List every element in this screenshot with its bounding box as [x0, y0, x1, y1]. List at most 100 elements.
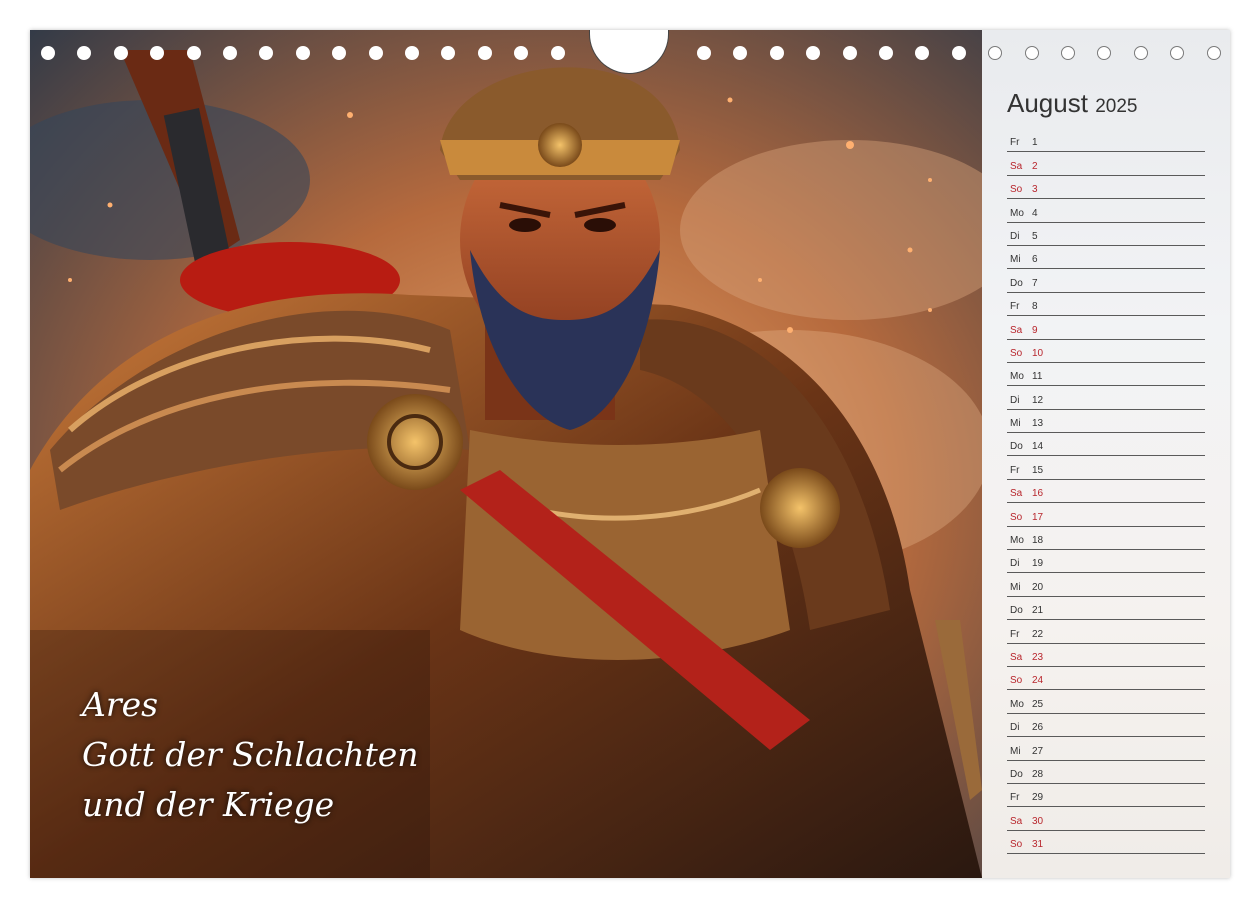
day-row: Fr 22 [1007, 620, 1205, 644]
day-number: 1 [1032, 137, 1038, 149]
day-number: 12 [1032, 394, 1044, 406]
day-number: 14 [1032, 441, 1044, 453]
day-row: Fr 29 [1007, 784, 1205, 808]
month-name: August [1007, 88, 1088, 118]
weekday-label: Do [1010, 277, 1023, 289]
day-number: 26 [1032, 722, 1044, 734]
month-header: August 2025 [1007, 88, 1137, 119]
weekday-label: Sa [1010, 488, 1023, 500]
weekday-label: Mo [1010, 535, 1024, 547]
weekday-label: Fr [1010, 301, 1020, 313]
weekday-label: So [1010, 839, 1023, 851]
day-row: So 10 [1007, 340, 1205, 363]
day-row: So 24 [1007, 667, 1205, 691]
weekday-label: Mi [1010, 745, 1021, 757]
day-number: 28 [1032, 768, 1044, 780]
day-number: 18 [1032, 535, 1044, 547]
day-number: 24 [1032, 675, 1044, 687]
weekday-label: Fr [1010, 464, 1020, 476]
weekday-label: Mo [1010, 371, 1024, 383]
day-number: 30 [1032, 815, 1044, 827]
weekday-label: Mi [1010, 418, 1021, 430]
day-row: Sa 9 [1007, 316, 1205, 340]
day-number: 2 [1032, 160, 1038, 172]
day-number: 25 [1032, 698, 1044, 710]
day-list: Fr 1 Sa 2 So 3 Mo 4 Di 5 Mi 6 Do 7 Fr 8 Sa 9 So 10 Mo 11 Di 12 M… [1007, 129, 1205, 855]
weekday-label: Di [1010, 558, 1020, 570]
weekday-label: Mi [1010, 581, 1021, 593]
day-row: Mi 20 [1007, 573, 1205, 597]
day-number: 5 [1032, 230, 1038, 242]
day-row: Fr 8 [1007, 293, 1205, 317]
day-row: Di 26 [1007, 714, 1205, 738]
weekday-label: So [1010, 347, 1023, 359]
day-number: 27 [1032, 745, 1044, 757]
calendar-panel: August 2025 Fr 1 Sa 2 So 3 Mo 4 Di 5 Mi 6 Do 7 Fr 8 Sa 9 S… [982, 30, 1230, 878]
weekday-label: Mo [1010, 207, 1024, 219]
caption-title: Ares [82, 685, 159, 724]
weekday-label: Mi [1010, 254, 1021, 266]
weekday-label: Fr [1010, 137, 1020, 149]
day-row: Mo 18 [1007, 527, 1205, 551]
day-row: Fr 1 [1007, 129, 1205, 153]
weekday-label: Do [1010, 768, 1023, 780]
weekday-label: Mo [1010, 698, 1024, 710]
calendar-page: Ares Gott der Schlachten und der Kriege … [30, 30, 1230, 878]
day-number: 8 [1032, 301, 1038, 313]
day-number: 19 [1032, 558, 1044, 570]
weekday-label: Sa [1010, 815, 1023, 827]
day-row: So 17 [1007, 503, 1205, 527]
day-row: Mo 25 [1007, 690, 1205, 714]
day-number: 31 [1032, 839, 1044, 851]
day-row: Fr 15 [1007, 456, 1205, 480]
day-number: 13 [1032, 418, 1044, 430]
caption-subtitle-2: und der Kriege [82, 785, 335, 824]
day-row: Mo 4 [1007, 199, 1205, 223]
weekday-label: Di [1010, 394, 1020, 406]
weekday-label: Do [1010, 605, 1023, 617]
weekday-label: Do [1010, 441, 1023, 453]
day-row: Mi 27 [1007, 737, 1205, 761]
day-row: Sa 30 [1007, 807, 1205, 831]
day-row: So 31 [1007, 831, 1205, 855]
weekday-label: So [1010, 511, 1023, 523]
day-row: Sa 2 [1007, 152, 1205, 176]
weekday-label: So [1010, 184, 1023, 196]
weekday-label: Sa [1010, 651, 1023, 663]
day-number: 17 [1032, 511, 1044, 523]
day-row: Mi 13 [1007, 410, 1205, 434]
day-row: Di 5 [1007, 223, 1205, 246]
day-number: 6 [1032, 254, 1038, 266]
weekday-label: Di [1010, 230, 1020, 242]
day-row: Mi 6 [1007, 246, 1205, 270]
day-number: 9 [1032, 324, 1038, 336]
day-number: 10 [1032, 347, 1044, 359]
year: 2025 [1095, 96, 1138, 117]
day-row: Sa 23 [1007, 644, 1205, 667]
day-row: Di 19 [1007, 550, 1205, 574]
day-number: 11 [1032, 371, 1043, 383]
weekday-label: So [1010, 675, 1023, 687]
day-number: 3 [1032, 184, 1038, 196]
day-number: 15 [1032, 464, 1044, 476]
day-row: Do 7 [1007, 269, 1205, 293]
weekday-label: Sa [1010, 324, 1023, 336]
day-number: 20 [1032, 581, 1044, 593]
warrior-photo: Ares Gott der Schlachten und der Kriege [30, 30, 982, 878]
day-row: Sa 16 [1007, 480, 1205, 504]
day-number: 21 [1032, 605, 1044, 617]
day-number: 4 [1032, 207, 1038, 219]
weekday-label: Di [1010, 722, 1020, 734]
day-row: Do 14 [1007, 433, 1205, 457]
weekday-label: Fr [1010, 792, 1020, 804]
day-row: Di 12 [1007, 386, 1205, 410]
day-number: 7 [1032, 277, 1038, 289]
day-number: 22 [1032, 628, 1044, 640]
caption-subtitle: Gott der Schlachten [82, 735, 419, 774]
day-row: Do 21 [1007, 597, 1205, 621]
day-row: Do 28 [1007, 761, 1205, 784]
weekday-label: Fr [1010, 628, 1020, 640]
day-row: Mo 11 [1007, 363, 1205, 387]
day-number: 29 [1032, 792, 1044, 804]
day-number: 16 [1032, 488, 1044, 500]
